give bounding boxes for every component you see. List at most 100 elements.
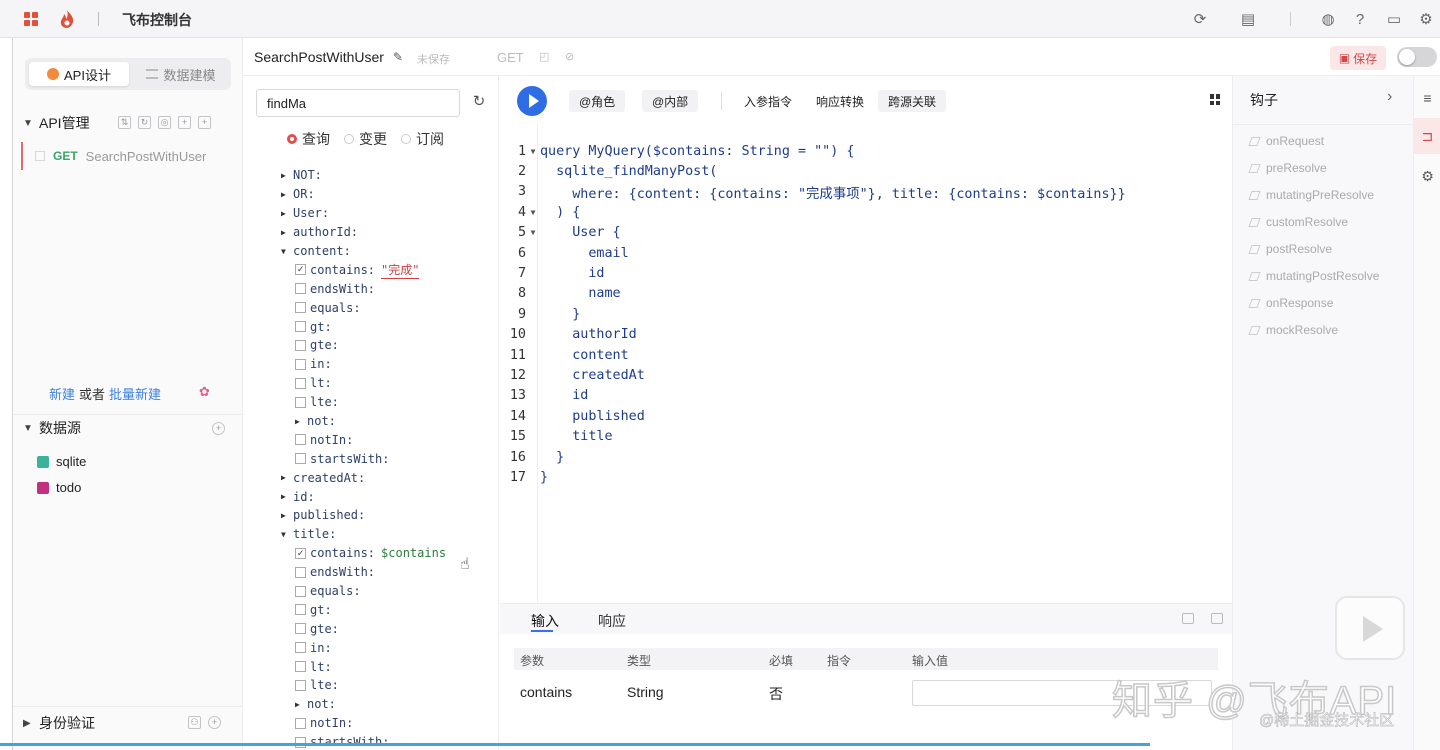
tree-row[interactable]: lt: — [281, 374, 446, 393]
code-lines[interactable]: 1 ▼ query MyQuery($contains: String = "") … — [500, 141, 1126, 488]
datasource-item[interactable]: sqlite — [37, 454, 86, 469]
hook-item[interactable]: mockResolve — [1248, 323, 1338, 337]
radio-mutation[interactable]: 变更 — [344, 129, 387, 149]
tree-row[interactable]: gte: — [281, 336, 446, 355]
tree-row[interactable]: ▶ authorId: — [281, 223, 446, 242]
user-icon[interactable]: ⚇ — [188, 716, 201, 729]
checkbox[interactable] — [295, 302, 306, 314]
caret-right-icon[interactable]: ▶ — [281, 228, 293, 237]
settings-icon[interactable]: ⚙ — [1414, 158, 1440, 194]
panel-expand-icon[interactable] — [1211, 613, 1223, 624]
sync-icon[interactable]: ⟳ — [1190, 9, 1210, 29]
tree-row[interactable]: startsWith: — [281, 449, 446, 468]
flame-logo-icon[interactable] — [58, 9, 76, 29]
tree-row[interactable]: ✓ contains: $contains — [281, 544, 446, 563]
apps-icon[interactable] — [24, 12, 38, 26]
tree-row[interactable]: ▶ published: — [281, 506, 446, 525]
hook-item[interactable]: postResolve — [1248, 242, 1332, 256]
tree-row[interactable]: endsWith: — [281, 279, 446, 298]
caret-right-icon[interactable]: ▶ — [281, 511, 293, 520]
checkbox[interactable] — [295, 679, 306, 691]
hook-item[interactable]: onRequest — [1248, 134, 1324, 148]
tree-row[interactable]: ▶ id: — [281, 487, 446, 506]
filter-icon[interactable]: ◎ — [158, 116, 171, 129]
tree-row[interactable]: ▶ NOT: — [281, 166, 446, 185]
caret-right-icon[interactable]: ▶ — [295, 700, 307, 709]
tree-row[interactable]: ▶ not: — [281, 695, 446, 714]
api-management-header[interactable]: ▼ API管理 — [23, 112, 90, 134]
response-transform-button[interactable]: 响应转换 — [806, 90, 874, 112]
code-line[interactable]: 10 authorId — [500, 325, 1126, 345]
help-icon[interactable]: ? — [1350, 9, 1370, 29]
caret-down-icon[interactable]: ▼ — [281, 247, 293, 256]
hook-item[interactable]: mutatingPostResolve — [1248, 269, 1379, 283]
tree-row[interactable]: gt: — [281, 600, 446, 619]
checkbox[interactable] — [295, 566, 306, 578]
method-label[interactable]: GET — [497, 50, 524, 65]
caret-right-icon[interactable]: ▶ — [281, 492, 293, 501]
checkbox[interactable] — [295, 585, 306, 597]
tree-row[interactable]: gte: — [281, 619, 446, 638]
layout-icon[interactable] — [1210, 94, 1221, 105]
github-icon[interactable]: ◍ — [1318, 9, 1338, 29]
code-line[interactable]: 8 name — [500, 284, 1126, 304]
checkbox[interactable]: ✓ — [295, 547, 306, 559]
tree-row[interactable]: notIn: — [281, 430, 446, 449]
fold-caret-icon[interactable]: ▼ — [526, 147, 540, 156]
input-directive-button[interactable]: 入参指令 — [734, 90, 802, 112]
operation-name[interactable]: SearchPostWithUser — [254, 49, 384, 65]
tree-row[interactable]: lte: — [281, 676, 446, 695]
code-line[interactable]: 14 published — [500, 406, 1126, 426]
hook-item[interactable]: mutatingPreResolve — [1248, 188, 1374, 202]
checkbox[interactable] — [295, 453, 306, 465]
checkbox[interactable] — [295, 434, 306, 446]
radio-query[interactable]: 查询 — [287, 129, 330, 149]
chat-icon[interactable]: ▭ — [1384, 9, 1404, 29]
role-directive-button[interactable]: @角色 — [569, 90, 626, 112]
tree-row[interactable]: lt: — [281, 657, 446, 676]
refresh-icon[interactable]: ↻ — [138, 116, 151, 129]
tree-row[interactable]: in: — [281, 355, 446, 374]
field-value[interactable]: $contains — [381, 546, 446, 560]
auth-header[interactable]: ▶ 身份验证 — [23, 712, 95, 734]
tree-row[interactable]: equals: — [281, 298, 446, 317]
code-line[interactable]: 16 } — [500, 447, 1126, 467]
code-line[interactable]: 15 title — [500, 426, 1126, 446]
datasource-header[interactable]: ▼ 数据源 — [23, 417, 81, 439]
checkbox[interactable]: ✓ — [295, 264, 306, 276]
checkbox[interactable] — [295, 358, 306, 370]
add-icon[interactable]: + — [198, 116, 211, 129]
add-icon[interactable]: + — [208, 716, 221, 729]
checkbox[interactable] — [295, 396, 306, 408]
enable-toggle[interactable] — [1397, 47, 1437, 67]
hook-item[interactable]: customResolve — [1248, 215, 1348, 229]
document-check-icon[interactable]: ▤ — [1238, 9, 1258, 29]
code-line[interactable]: 12 createdAt — [500, 365, 1126, 385]
code-line[interactable]: 4 ▼ ) { — [500, 202, 1126, 222]
refresh-icon[interactable]: ↻ — [470, 93, 488, 111]
tree-row[interactable]: lte: — [281, 393, 446, 412]
internal-directive-button[interactable]: @内部 — [642, 90, 699, 112]
tree-row[interactable]: ▶ OR: — [281, 185, 446, 204]
run-button[interactable] — [517, 86, 547, 116]
cross-source-button[interactable]: 跨源关联 — [878, 90, 947, 112]
pencil-icon[interactable]: ✎ — [393, 50, 403, 64]
code-line[interactable]: 7 id — [500, 263, 1126, 283]
fold-caret-icon[interactable]: ▼ — [526, 208, 540, 217]
checkbox[interactable] — [295, 604, 306, 616]
copy-icon[interactable]: ◰ — [539, 50, 549, 63]
panel-collapse-icon[interactable] — [1182, 613, 1194, 624]
caret-right-icon[interactable]: ▶ — [281, 473, 293, 482]
search-input[interactable] — [256, 89, 460, 117]
caret-right-icon[interactable]: ▶ — [281, 190, 293, 199]
caret-right-icon[interactable]: ▶ — [295, 417, 307, 426]
code-line[interactable]: 11 content — [500, 345, 1126, 365]
code-line[interactable]: 2 sqlite_findManyPost( — [500, 161, 1126, 181]
code-line[interactable]: 13 id — [500, 386, 1126, 406]
tree-row[interactable]: ▼ title: — [281, 525, 446, 544]
hook-icon[interactable]: ⊐ — [1414, 118, 1440, 154]
gear-icon[interactable]: ✿ — [199, 385, 213, 399]
tree-row[interactable]: in: — [281, 638, 446, 657]
fold-caret-icon[interactable]: ▼ — [526, 228, 540, 237]
tree-row[interactable]: endsWith: — [281, 563, 446, 582]
